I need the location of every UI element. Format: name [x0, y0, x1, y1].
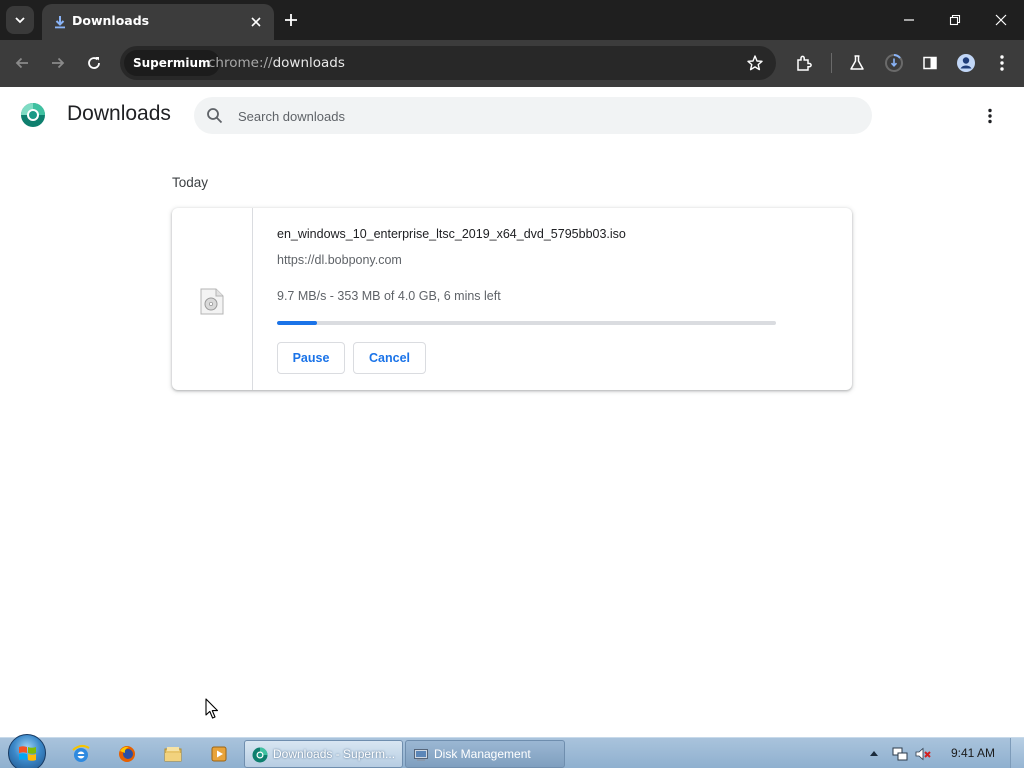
taskbar-clock[interactable]: 9:41 AM	[951, 746, 995, 760]
search-input[interactable]	[238, 105, 838, 127]
address-bar[interactable]: Supermium chrome://downloads	[120, 46, 776, 80]
source-url[interactable]: https://dl.bobpony.com	[277, 253, 402, 267]
close-window-button[interactable]	[987, 6, 1015, 34]
forward-button[interactable]	[47, 52, 69, 74]
media-player-icon[interactable]	[209, 744, 229, 764]
back-icon	[15, 57, 28, 69]
show-desktop-button[interactable]	[1010, 738, 1024, 768]
search-icon	[207, 108, 223, 124]
pause-button[interactable]: Pause	[277, 342, 345, 374]
menu-icon	[1000, 55, 1004, 71]
file-explorer-icon[interactable]	[163, 744, 183, 764]
restore-button[interactable]	[941, 6, 969, 34]
browser-menu-button[interactable]	[991, 52, 1013, 74]
plus-icon[interactable]	[280, 9, 302, 31]
labs-icon	[850, 55, 864, 70]
side-panel-button[interactable]	[919, 52, 941, 74]
reload-icon	[88, 57, 100, 69]
tab-downloads[interactable]: Downloads	[42, 4, 274, 40]
back-button[interactable]	[11, 52, 33, 74]
close-icon	[995, 14, 1007, 26]
downloads-header: Downloads	[0, 87, 1024, 145]
file-icon-column	[172, 208, 253, 390]
profile-icon	[957, 54, 975, 72]
windows-taskbar: Downloads - Superm... Disk Management 9:…	[0, 734, 1024, 768]
download-progress-bar	[277, 321, 776, 325]
url-text[interactable]: chrome://downloads	[208, 55, 345, 71]
reload-button[interactable]	[83, 52, 105, 74]
close-icon[interactable]	[248, 14, 264, 30]
extensions-icon	[797, 55, 812, 71]
windows-logo-icon	[19, 746, 36, 761]
minimize-button[interactable]	[895, 6, 923, 34]
bookmark-star-icon[interactable]	[746, 54, 764, 72]
origin-chip[interactable]: Supermium	[124, 50, 220, 76]
profile-button[interactable]	[955, 52, 977, 74]
cancel-button[interactable]: Cancel	[353, 342, 426, 374]
firefox-icon[interactable]	[117, 744, 137, 764]
minimize-icon	[904, 19, 914, 21]
taskbar-item-label: Downloads - Superm...	[273, 747, 396, 761]
start-button[interactable]	[8, 734, 46, 768]
tab-title: Downloads	[72, 13, 150, 28]
restore-icon	[949, 14, 961, 26]
labs-button[interactable]	[846, 52, 868, 74]
taskbar-item-label: Disk Management	[434, 747, 531, 761]
tab-strip: Downloads	[0, 0, 1024, 40]
file-icon	[200, 288, 224, 315]
progress-fill	[277, 321, 317, 325]
download-icon	[55, 16, 65, 29]
page-title: Downloads	[67, 102, 171, 125]
download-status: 9.7 MB/s - 353 MB of 4.0 GB, 6 mins left	[277, 289, 501, 303]
side-panel-icon	[923, 56, 937, 70]
extensions-button[interactable]	[793, 52, 815, 74]
download-indicator-icon	[885, 54, 903, 72]
internet-explorer-icon[interactable]	[71, 744, 91, 764]
download-item: en_windows_10_enterprise_ltsc_2019_x64_d…	[172, 208, 852, 390]
disk-management-icon	[414, 749, 428, 761]
forward-icon	[52, 57, 65, 69]
search-downloads[interactable]	[194, 97, 872, 134]
show-hidden-icons-icon[interactable]	[869, 749, 879, 757]
supermium-logo-icon	[21, 103, 45, 127]
volume-muted-icon[interactable]	[915, 746, 931, 762]
more-vert-icon	[988, 108, 992, 124]
mouse-cursor-icon	[205, 698, 219, 719]
file-name[interactable]: en_windows_10_enterprise_ltsc_2019_x64_d…	[277, 227, 626, 241]
browser-toolbar: Supermium chrome://downloads	[0, 40, 1024, 87]
chevron-down-icon	[15, 17, 25, 24]
more-actions-button[interactable]	[980, 105, 1000, 127]
toolbar-separator	[831, 53, 832, 73]
supermium-logo-icon	[252, 747, 268, 763]
network-icon[interactable]	[892, 746, 908, 762]
date-group-label: Today	[172, 175, 209, 190]
tab-search-button[interactable]	[6, 6, 34, 34]
download-indicator-button[interactable]	[883, 52, 905, 74]
taskbar-item-downloads[interactable]: Downloads - Superm...	[244, 740, 403, 768]
taskbar-item-disk-management[interactable]: Disk Management	[405, 740, 565, 768]
